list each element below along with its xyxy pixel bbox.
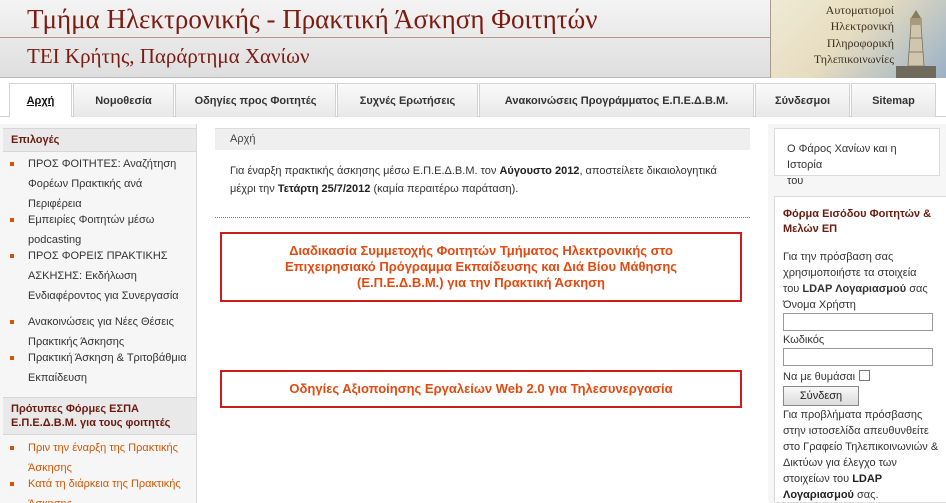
password-input[interactable] (783, 348, 933, 366)
sidebar-item-search-providers[interactable]: ΠΡΟΣ ΦΟΙΤΗΤΕΣ: Αναζήτηση Φορέων Πρακτική… (10, 154, 190, 214)
remember-label: Να με θυμάσαι (783, 371, 856, 383)
sidebar-item-label: ΠΡΟΣ ΦΟΙΤΗΤΕΣ: Αναζήτηση (28, 158, 177, 170)
sidebar-item-label: Άσκησης (10, 494, 190, 503)
lighthouse-icon (896, 10, 936, 78)
tab-faq[interactable]: Συχνές Ερωτήσεις (337, 83, 478, 117)
sidebar-heading-line: Ε.Π.Ε.Δ.Β.Μ. για τους φοιτητές (11, 417, 171, 429)
breadcrumb: Αρχή (215, 128, 750, 150)
tab-links[interactable]: Σύνδεσμοι (755, 83, 850, 117)
tab-program-announcements[interactable]: Ανακοινώσεις Προγράμματος Ε.Π.Ε.Δ.Β.Μ. (479, 83, 754, 117)
content-divider (215, 217, 750, 218)
intro-deadline: Τετάρτη 25/7/2012 (277, 183, 371, 195)
sidebar-item-providers-interest[interactable]: ΠΡΟΣ ΦΟΡΕΙΣ ΠΡΑΚΤΙΚΗΣ ΑΣΚΗΣΗΣ: Εκδήλωση … (10, 246, 190, 306)
promo-line: Διαδικασία Συμμετοχής Φοιτητών Τμήματος … (289, 243, 673, 258)
sidebar-item-label: Ανακοινώσεις για Νέες Θέσεις (28, 316, 174, 328)
login-help-text: Για την πρόσβαση σας χρησιμοποιήστε τα σ… (783, 249, 943, 297)
main-content: Αρχή Για έναρξη πρακτικής άσκησης μέσω Ε… (215, 124, 750, 503)
help-line: του (783, 283, 803, 295)
tab-student-guidelines[interactable]: Οδηγίες προς Φοιτητές (175, 83, 336, 117)
sidebar-item-during-internship[interactable]: Κατά τη διάρκεια της Πρακτικής Άσκησης (10, 474, 190, 503)
intro-part: (καμία περαιτέρω παράταση). (370, 183, 519, 195)
sidebar-item-higher-education[interactable]: Πρακτική Άσκηση & Τριτοβάθμια Εκπαίδευση (10, 348, 190, 388)
login-button[interactable]: Σύνδεση (783, 386, 859, 406)
login-form: Φόρμα Εισόδου Φοιτητών & Μελών ΕΠ Για τη… (774, 196, 946, 503)
tab-home[interactable]: Αρχή (9, 83, 72, 117)
link-line: Ο Φάρος Χανίων και η Ιστορία (787, 143, 897, 171)
sidebar-heading-forms: Πρότυπες Φόρμες ΕΣΠΑ Ε.Π.Ε.Δ.Β.Μ. για το… (3, 397, 196, 435)
help-tail: σας (906, 283, 928, 295)
bullet-icon (10, 482, 14, 486)
sidebar-item-label: Κατά τη διάρκεια της Πρακτικής (28, 478, 181, 490)
header-banner: Αυτοματισμοί Ηλεκτρονική Πληροφορική Τηλ… (770, 0, 946, 78)
breadcrumb-home[interactable]: Αρχή (230, 133, 256, 145)
header-divider (0, 37, 770, 38)
sidebar-heading-options: Επιλογές (3, 128, 196, 152)
lighthouse-history-link[interactable]: Ο Φάρος Χανίων και η Ιστορία του (774, 128, 940, 187)
tab-sitemap[interactable]: Sitemap (851, 83, 936, 117)
password-label: Κωδικός (783, 334, 825, 346)
sidebar-item-label: ΑΣΚΗΣΗΣ: Εκδήλωση (28, 270, 137, 282)
intro-date-month: Αύγουστο 2012 (499, 165, 580, 177)
left-sidebar: Επιλογές ΠΡΟΣ ΦΟΙΤΗΤΕΣ: Αναζήτηση Φορέων… (0, 124, 197, 503)
right-sidebar: Ο Φάρος Χανίων και η Ιστορία του Φόρμα Ε… (768, 124, 946, 503)
site-subtitle: ΤΕΙ Κρήτης, Παράρτημα Χανίων (27, 44, 310, 68)
help-bold: LDAP Λογαριασμού (802, 283, 907, 295)
sidebar-item-label: ΠΡΟΣ ΦΟΡΕΙΣ ΠΡΑΚΤΙΚΗΣ (28, 250, 168, 262)
login-title-line: Μελών ΕΠ (783, 223, 838, 235)
bullet-icon (10, 446, 14, 450)
login-title-line: Φόρμα Εισόδου Φοιτητών & (783, 208, 932, 220)
link-line: του (787, 175, 804, 187)
main-nav: Αρχή Νομοθεσία Οδηγίες προς Φοιτητές Συχ… (0, 79, 946, 117)
sidebar-heading-line: Πρότυπες Φόρμες ΕΣΠΑ (11, 403, 139, 415)
bullet-icon (10, 254, 14, 258)
sidebar-item-before-internship[interactable]: Πριν την έναρξη της Πρακτικής Άσκησης (10, 438, 190, 478)
participation-procedure-link[interactable]: Διαδικασία Συμμετοχής Φοιτητών Τμήματος … (220, 232, 742, 302)
sidebar-item-label: Πριν την έναρξη της Πρακτικής (28, 442, 178, 454)
username-input[interactable] (783, 313, 933, 331)
promo-line: (Ε.Π.Ε.Δ.Β.Μ.) για την Πρακτική Άσκηση (357, 275, 605, 290)
sidebar-item-podcasting[interactable]: Εμπειρίες Φοιτητών μέσω podcasting (10, 210, 190, 250)
banner-line-telecom: Τηλεπικοινωνίες (813, 52, 894, 66)
tab-legislation[interactable]: Νομοθεσία (73, 83, 174, 117)
problem-tail: σας. (853, 489, 879, 501)
bullet-icon (10, 162, 14, 166)
web20-guidelines-link[interactable]: Οδηγίες Αξιοποίησης Εργαλείων Web 2.0 γι… (220, 370, 742, 408)
bullet-icon (10, 320, 14, 324)
bullet-icon (10, 356, 14, 360)
help-line: Για την πρόσβαση σας (783, 251, 894, 263)
username-label: Όνομα Χρήστη (783, 299, 856, 311)
sidebar-item-label: Πρακτική Άσκηση & Τριτοβάθμια (28, 352, 187, 364)
problem-bold: Λογαριασμού (783, 489, 854, 501)
site-header: Τμήμα Ηλεκτρονικής - Πρακτική Άσκηση Φοι… (0, 0, 946, 78)
sidebar-item-label: Εκπαίδευση (28, 372, 88, 384)
sidebar-item-new-positions[interactable]: Ανακοινώσεις για Νέες Θέσεις Πρακτικής Ά… (10, 312, 190, 352)
problem-line: στην ιστοσελίδα απευθυνθείτε (783, 425, 929, 437)
banner-line-automation: Αυτοματισμοί (825, 3, 894, 17)
promo-line: Επιχειρησιακό Πρόγραμμα Εκπαίδευσης και … (284, 259, 678, 274)
banner-line-electronics: Ηλεκτρονική (830, 19, 894, 33)
problem-line: Για προβλήματα πρόσβασης (783, 409, 923, 421)
bullet-icon (10, 218, 14, 222)
banner-line-informatics: Πληροφορική (826, 36, 894, 50)
remember-checkbox[interactable] (859, 370, 870, 381)
login-problem-text: Για προβλήματα πρόσβασης στην ιστοσελίδα… (783, 407, 946, 503)
sidebar-item-label: Ενδιαφέροντος για Συνεργασία (28, 290, 179, 302)
help-line: χρησιμοποιήστε τα στοιχεία (783, 267, 917, 279)
login-title: Φόρμα Εισόδου Φοιτητών & Μελών ΕΠ (783, 207, 943, 237)
problem-line: Δικτύων για έλεγχο των (783, 457, 897, 469)
sidebar-item-label: Φορέων Πρακτικής ανά (28, 178, 143, 190)
problem-bold: LDAP (852, 473, 883, 485)
problem-line: στο Γραφείο Τηλεπικοινωνιών & (783, 441, 939, 453)
intro-text: Για έναρξη πρακτικής άσκησης μέσω Ε.Π.Ε.… (230, 162, 740, 198)
intro-part: Για έναρξη πρακτικής άσκησης μέσω Ε.Π.Ε.… (230, 165, 500, 177)
sidebar-item-label: Εμπειρίες Φοιτητών μέσω (28, 214, 155, 226)
site-title: Τμήμα Ηλεκτρονικής - Πρακτική Άσκηση Φοι… (27, 4, 598, 34)
problem-line: στοιχείων του (783, 473, 853, 485)
